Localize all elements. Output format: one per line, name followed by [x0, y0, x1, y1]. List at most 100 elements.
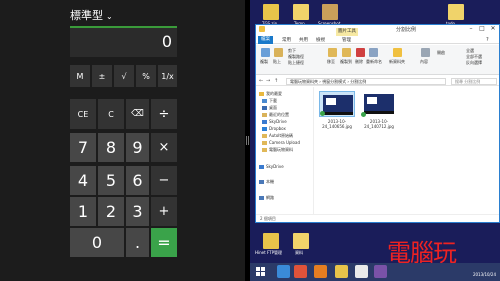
ribbon-open[interactable]: 開啟 [437, 50, 445, 56]
maximize-icon[interactable]: □ [477, 25, 487, 33]
plus-button[interactable]: + [151, 197, 177, 226]
ribbon-copy[interactable]: 複製 [260, 59, 268, 65]
nav-item-network[interactable]: 網路 [259, 195, 274, 201]
checkbox-checked-icon[interactable] [361, 112, 366, 117]
address-bar[interactable]: 電腦玩物資料夾 › 視窗分割模式 › 分割比例 [286, 78, 446, 85]
file-name[interactable]: 2013-10-24_140656.jpg [318, 119, 356, 129]
nav-item-downloads[interactable]: 下載 [262, 98, 277, 104]
ribbon-invert-selection[interactable]: 反向選擇 [466, 60, 482, 66]
folder-icon[interactable] [448, 4, 464, 20]
nav-item-dropbox[interactable]: Dropbox [262, 126, 286, 131]
help-icon[interactable]: ? [486, 37, 489, 43]
star-icon [259, 92, 264, 96]
tab-share[interactable]: 共用 [299, 37, 308, 43]
new-folder-icon[interactable] [393, 48, 402, 57]
visual-studio-icon[interactable] [374, 265, 387, 278]
digit-7-button[interactable]: 7 [70, 133, 96, 162]
up-icon[interactable]: ↑ [274, 78, 278, 84]
ribbon-delete[interactable]: 刪除 [355, 59, 363, 65]
nav-item-skydrive[interactable]: SkyDrive [262, 119, 287, 124]
plus-minus-button[interactable]: ± [92, 65, 112, 87]
digit-3-button[interactable]: 3 [126, 197, 149, 226]
clear-button[interactable]: C [98, 99, 124, 129]
file-name[interactable]: 2013-10-24_140712.jpg [360, 119, 398, 129]
memory-button[interactable]: M [70, 65, 90, 87]
equals-button[interactable]: = [151, 228, 177, 257]
copy-icon[interactable] [261, 48, 270, 57]
nav-item-autoit[interactable]: AutoIt原始碼 [262, 133, 293, 139]
tab-file[interactable]: 檔案 [258, 36, 273, 44]
tab-home[interactable]: 常用 [282, 37, 291, 43]
digit-2-button[interactable]: 2 [98, 197, 124, 226]
minimize-icon[interactable]: – [466, 25, 476, 33]
back-icon[interactable]: ← [259, 78, 263, 84]
search-input[interactable]: 搜尋 分割比例 [451, 78, 497, 85]
download-icon [262, 99, 267, 103]
dropbox-icon [262, 127, 267, 131]
ribbon-move-to[interactable]: 移至 [327, 59, 335, 65]
ribbon-copy-to[interactable]: 複製到 [340, 59, 352, 65]
divider-grip-icon[interactable] [246, 136, 249, 145]
clear-entry-button[interactable]: CE [70, 99, 96, 129]
minus-button[interactable]: − [151, 166, 177, 195]
calc-mode-selector[interactable]: 標準型 ⌄ [70, 7, 113, 23]
multiply-button[interactable]: × [151, 133, 177, 162]
rename-icon[interactable] [369, 48, 378, 57]
image-file-icon[interactable] [322, 4, 338, 20]
divide-button[interactable]: ÷ [151, 99, 177, 129]
ribbon-properties[interactable]: 內容 [420, 59, 428, 65]
folder-icon [262, 148, 267, 152]
percent-button[interactable]: % [136, 65, 156, 87]
firefox-icon[interactable] [314, 265, 327, 278]
nav-item-favorites[interactable]: 我的最愛 [259, 91, 282, 97]
folder-icon[interactable] [263, 4, 279, 20]
ribbon-paste-shortcut[interactable]: 貼上捷徑 [288, 60, 304, 66]
desktop-icon-label: 資料 [295, 250, 303, 255]
nav-item-camera-upload[interactable]: Camera Upload [262, 140, 300, 145]
close-icon[interactable]: ✕ [488, 25, 498, 33]
digit-8-button[interactable]: 8 [98, 133, 124, 162]
paste-icon[interactable] [274, 48, 283, 57]
digit-4-button[interactable]: 4 [70, 166, 96, 195]
chrome-icon[interactable] [294, 265, 307, 278]
digit-0-button[interactable]: 0 [70, 228, 124, 257]
ribbon-paste[interactable]: 貼上 [273, 59, 281, 65]
app-icon[interactable] [355, 265, 368, 278]
desktop: TGS.zip Temp Screenshot todo 分割比例 – □ ✕ … [250, 0, 500, 281]
digit-1-button[interactable]: 1 [70, 197, 96, 226]
folder-icon[interactable] [293, 4, 309, 20]
taskbar-clock[interactable]: 2013/10/24 [473, 272, 496, 277]
digit-9-button[interactable]: 9 [126, 133, 149, 162]
digit-5-button[interactable]: 5 [98, 166, 124, 195]
nav-item-desktop[interactable]: 桌面 [262, 105, 277, 111]
copy-to-icon[interactable] [342, 48, 351, 57]
nav-item-this-pc[interactable]: 本機 [259, 179, 274, 185]
folder-icon[interactable] [293, 233, 309, 249]
nav-item-skydrive-root[interactable]: SkyDrive [259, 164, 284, 169]
picture-tools-tab[interactable]: 圖片工具 [336, 28, 358, 36]
ribbon-new-folder[interactable]: 新資料夾 [389, 59, 405, 65]
tab-manage[interactable]: 管理 [342, 37, 351, 43]
properties-icon[interactable] [421, 48, 430, 57]
reciprocal-button[interactable]: 1/x [158, 65, 177, 87]
ribbon-rename[interactable]: 重新命名 [366, 59, 382, 65]
sqrt-button[interactable]: √ [114, 65, 134, 87]
nav-item-recent[interactable]: 最近的位置 [262, 112, 289, 118]
forward-icon[interactable]: → [266, 78, 270, 84]
nav-item-pc-data[interactable]: 電腦玩物資料 [262, 147, 293, 153]
backspace-button[interactable]: ⌫ [126, 99, 149, 129]
taskbar: 2013/10/24 [250, 263, 500, 281]
delete-icon[interactable] [356, 48, 365, 57]
file-thumbnail[interactable] [319, 91, 355, 117]
folder-icon[interactable] [263, 233, 279, 249]
checkbox-checked-icon[interactable] [320, 111, 325, 116]
windows-start-icon[interactable] [256, 267, 266, 277]
move-to-icon[interactable] [328, 48, 337, 57]
explorer-icon[interactable] [335, 265, 348, 278]
tab-view[interactable]: 檢視 [316, 37, 325, 43]
file-thumbnail[interactable] [361, 91, 397, 117]
decimal-button[interactable]: . [126, 228, 149, 257]
window-titlebar[interactable]: 分割比例 – □ ✕ [256, 25, 499, 36]
digit-6-button[interactable]: 6 [126, 166, 149, 195]
ie-icon[interactable] [277, 265, 290, 278]
